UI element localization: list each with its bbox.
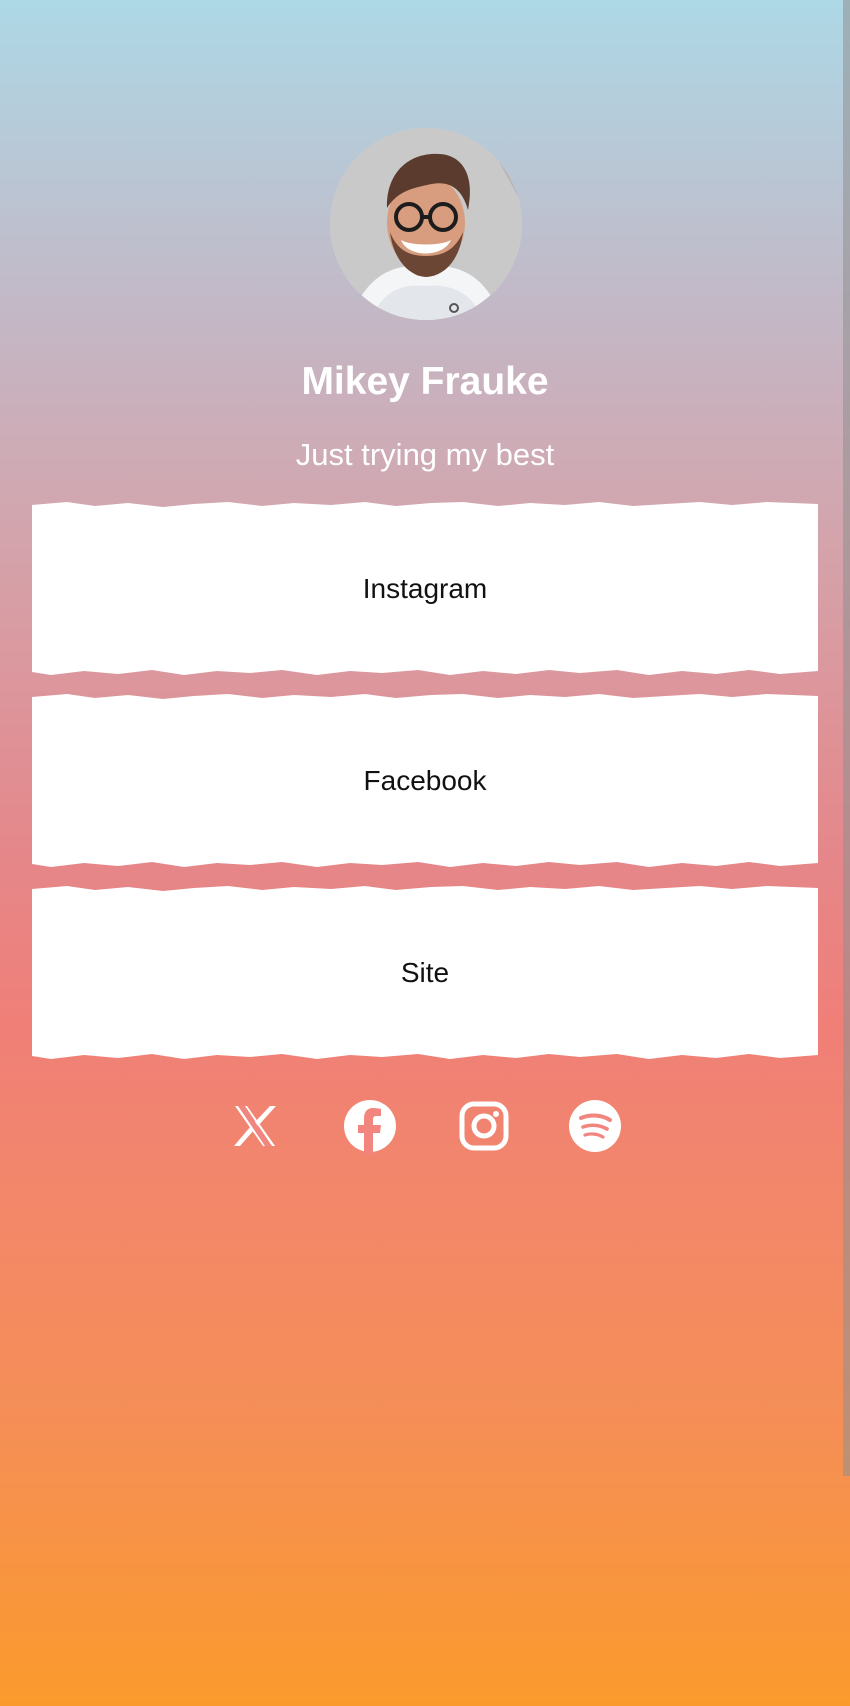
profile-avatar <box>330 128 522 320</box>
facebook-icon[interactable] <box>342 1098 398 1154</box>
site-link-button[interactable]: Site <box>32 885 818 1060</box>
page-scrollbar[interactable] <box>843 0 850 1476</box>
x-icon[interactable] <box>227 1098 283 1154</box>
instagram-link-label: Instagram <box>362 572 488 604</box>
facebook-link-label: Facebook <box>363 764 487 796</box>
facebook-link-button[interactable]: Facebook <box>32 693 818 868</box>
social-icons <box>0 1098 850 1154</box>
site-link-label: Site <box>400 956 450 988</box>
profile-bio: Just trying my best <box>295 437 555 472</box>
spotify-icon[interactable] <box>567 1098 623 1154</box>
linktree-page: Mikey Frauke Just trying my best Instagr… <box>0 0 850 1706</box>
instagram-link-button[interactable]: Instagram <box>32 501 818 676</box>
profile-name: Mikey Frauke <box>301 360 549 403</box>
instagram-icon[interactable] <box>456 1098 512 1154</box>
